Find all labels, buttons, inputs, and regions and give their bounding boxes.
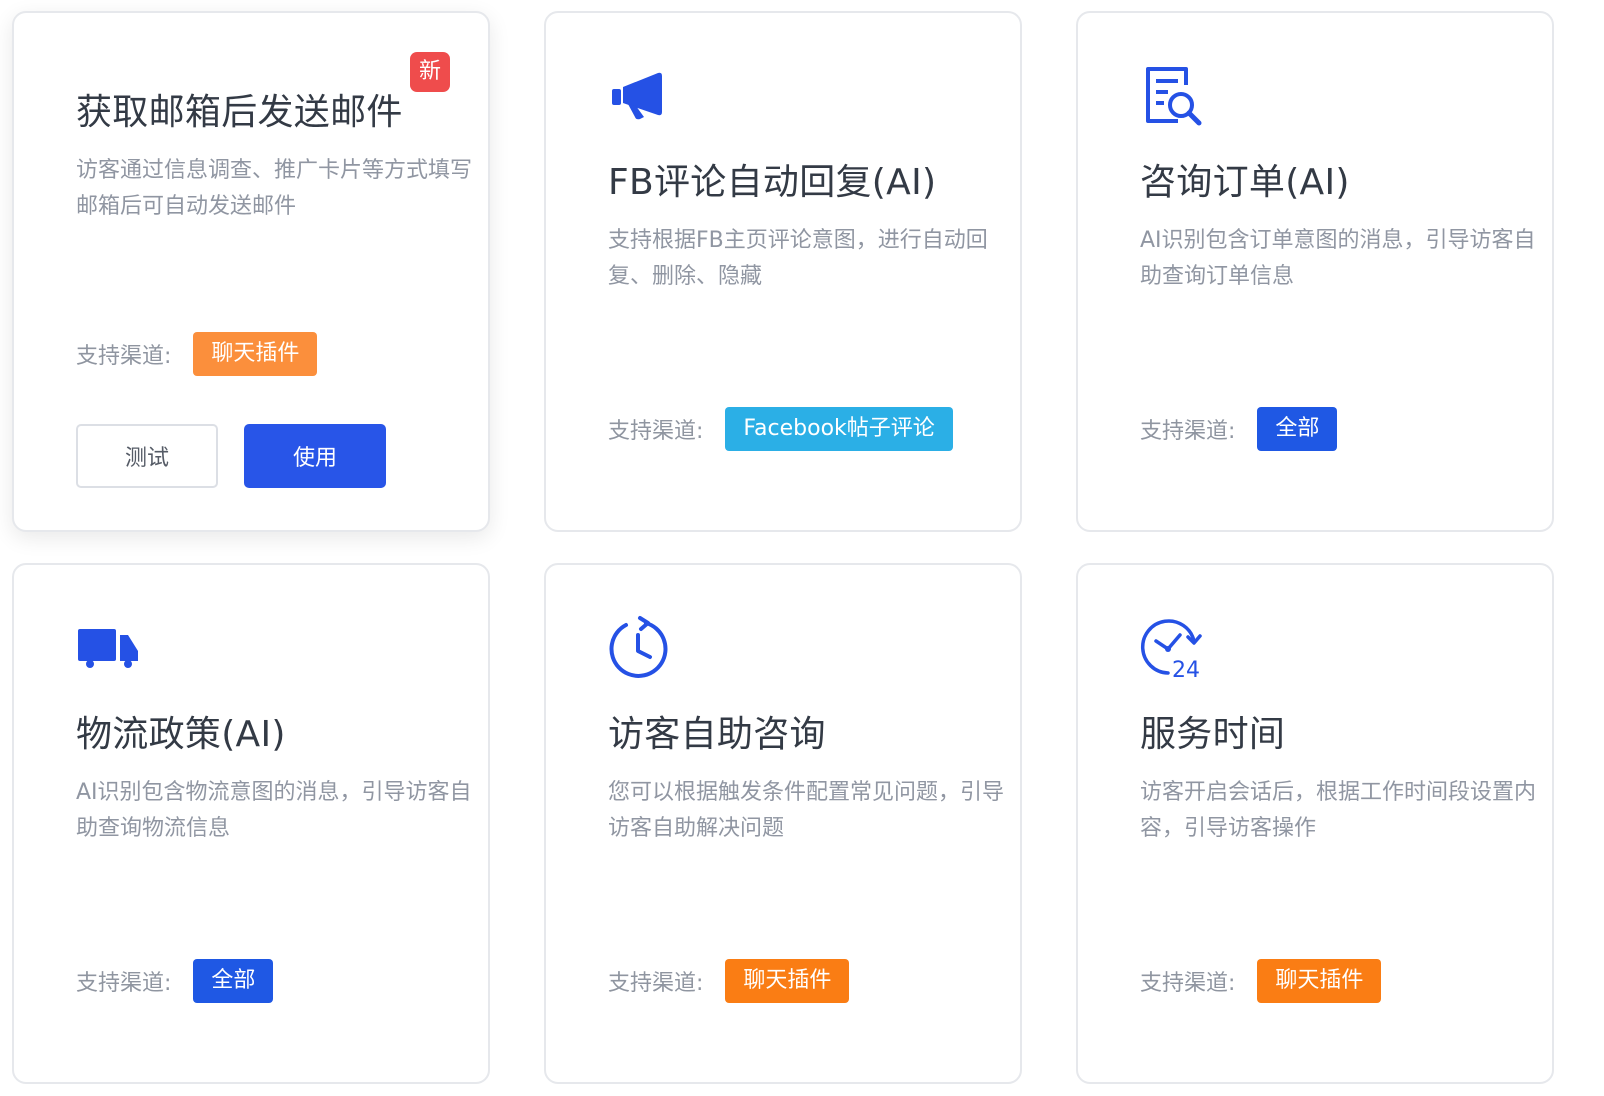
test-button[interactable]: 测试 (76, 424, 218, 488)
channel-tag: 全部 (1257, 407, 1338, 451)
card-title: 咨询订单(AI) (1140, 162, 1350, 203)
channel-label: 支持渠道: (608, 419, 704, 444)
icon-24-text: 24 (1172, 658, 1200, 681)
card-title: 获取邮箱后发送邮件 (76, 92, 403, 133)
channel-row: 支持渠道: 聊天插件 (76, 332, 318, 376)
channel-row: 支持渠道: Facebook帖子评论 (608, 407, 953, 451)
new-badge: 新 (410, 52, 450, 92)
feature-card-order-inquiry[interactable]: 咨询订单(AI) AI识别包含订单意图的消息，引导访客自助查询订单信息 支持渠道… (1076, 11, 1554, 532)
card-description: AI识别包含订单意图的消息，引导访客自助查询订单信息 (1140, 228, 1536, 289)
card-description: 支持根据FB主页评论意图，进行自动回复、删除、隐藏 (608, 228, 988, 289)
megaphone-icon (606, 63, 672, 129)
clock-refresh-icon (606, 615, 672, 681)
channel-row: 支持渠道: 全部 (1140, 407, 1338, 451)
card-actions: 测试 使用 (76, 424, 386, 488)
card-description: 访客开启会话后，根据工作时间段设置内容，引导访客操作 (1140, 780, 1537, 841)
channel-tag: 全部 (193, 959, 274, 1003)
channel-label: 支持渠道: (76, 344, 172, 369)
feature-card-self-service[interactable]: 访客自助咨询 您可以根据触发条件配置常见问题，引导访客自助解决问题 支持渠道: … (544, 563, 1022, 1084)
card-title: 服务时间 (1140, 714, 1286, 755)
channel-row: 支持渠道: 全部 (76, 959, 274, 1003)
channel-label: 支持渠道: (1140, 419, 1236, 444)
document-search-icon (1138, 63, 1204, 129)
channel-row: 支持渠道: 聊天插件 (608, 959, 850, 1003)
feature-card-service-hours[interactable]: 24 服务时间 访客开启会话后，根据工作时间段设置内容，引导访客操作 支持渠道:… (1076, 563, 1554, 1084)
card-description: AI识别包含物流意图的消息，引导访客自助查询物流信息 (76, 780, 472, 841)
card-title: FB评论自动回复(AI) (608, 162, 937, 203)
feature-card-logistics[interactable]: 物流政策(AI) AI识别包含物流意图的消息，引导访客自助查询物流信息 支持渠道… (12, 563, 490, 1084)
channel-tag: 聊天插件 (193, 332, 318, 376)
truck-icon (74, 615, 140, 681)
channel-row: 支持渠道: 聊天插件 (1140, 959, 1382, 1003)
channel-label: 支持渠道: (608, 971, 704, 996)
card-description: 您可以根据触发条件配置常见问题，引导访客自助解决问题 (608, 780, 1005, 841)
channel-tag: 聊天插件 (725, 959, 850, 1003)
channel-label: 支持渠道: (1140, 971, 1236, 996)
card-title: 访客自助咨询 (608, 714, 826, 755)
channel-tag: Facebook帖子评论 (725, 407, 953, 451)
channel-tag: 聊天插件 (1257, 959, 1382, 1003)
card-description: 访客通过信息调查、推广卡片等方式填写邮箱后可自动发送邮件 (76, 158, 473, 219)
channel-label: 支持渠道: (76, 971, 172, 996)
card-title: 物流政策(AI) (76, 714, 286, 755)
clock-24-icon: 24 (1138, 615, 1204, 681)
feature-card-email[interactable]: 新 获取邮箱后发送邮件 访客通过信息调查、推广卡片等方式填写邮箱后可自动发送邮件… (12, 11, 490, 532)
use-button[interactable]: 使用 (244, 424, 386, 488)
feature-card-fb-comment[interactable]: FB评论自动回复(AI) 支持根据FB主页评论意图，进行自动回复、删除、隐藏 支… (544, 11, 1022, 532)
